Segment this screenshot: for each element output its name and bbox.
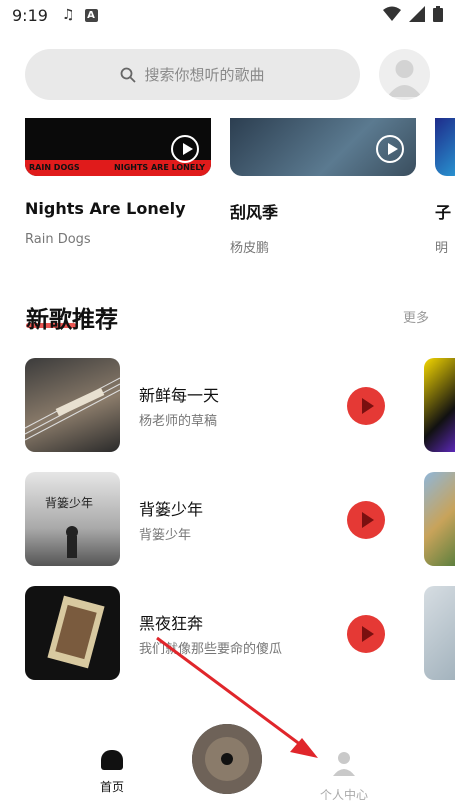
battery-icon [433, 6, 443, 22]
status-time: 9:19 [12, 5, 48, 25]
user-avatar-icon [387, 60, 422, 97]
album-artist: 杨皮鹏 [230, 241, 270, 256]
silhouette-cover-art: 背篓少年 [45, 495, 93, 558]
disc-art [192, 724, 262, 794]
cover-text-right: NIGHTS ARE LONELY [114, 163, 205, 172]
album-artist: 明 [435, 241, 449, 256]
nav-home[interactable]: 首页 [90, 750, 134, 795]
play-button[interactable] [347, 387, 385, 425]
song-item[interactable]: 新鲜每一天 杨老师的草稿 [25, 358, 415, 452]
side-song-cover[interactable] [424, 586, 455, 680]
now-playing-disc[interactable] [192, 724, 262, 794]
album-card[interactable]: 刮风季 杨皮鹏 [230, 118, 416, 256]
song-cover: 背篓少年 [25, 472, 120, 566]
song-singer: 背篓少年 [139, 528, 192, 543]
album-title: 刮风季 [230, 203, 279, 222]
svg-text:背篓少年: 背篓少年 [45, 495, 93, 510]
app-a-icon: A [84, 8, 98, 22]
song-cover [25, 586, 120, 680]
status-bar: 9:19 ♫ A [0, 0, 455, 30]
avatar[interactable] [379, 49, 430, 100]
side-song-cover[interactable] [424, 358, 455, 452]
album-cover [435, 118, 455, 176]
music-note-icon: ♫ [61, 7, 75, 23]
album-artist: Rain Dogs [25, 232, 91, 247]
photo-cover-art [47, 595, 105, 669]
album-card[interactable]: 子 明 [435, 118, 455, 256]
nav-profile-label: 个人中心 [319, 788, 368, 802]
album-title: 子 [435, 203, 452, 222]
signal-icon [409, 6, 425, 22]
song-title: 背篓少年 [139, 500, 204, 519]
guitar-cover-art [25, 377, 120, 441]
album-title: Nights Are Lonely [25, 199, 186, 218]
status-right-icons [383, 6, 443, 22]
more-link[interactable]: 更多 [403, 307, 429, 326]
play-button[interactable] [347, 615, 385, 653]
play-icon[interactable] [171, 135, 199, 163]
song-singer: 杨老师的草稿 [139, 414, 218, 429]
song-item[interactable]: 黑夜狂奔 我们就像那些要命的傻瓜 [25, 586, 415, 680]
search-icon [121, 67, 137, 83]
nav-profile[interactable]: 个人中心 [312, 750, 376, 803]
side-song-cover[interactable] [424, 472, 455, 566]
person-icon [333, 752, 355, 776]
album-cover [230, 118, 416, 176]
play-icon[interactable] [376, 135, 404, 163]
play-button[interactable] [347, 501, 385, 539]
song-item[interactable]: 背篓少年 背篓少年 背篓少年 [25, 472, 415, 566]
song-singer: 我们就像那些要命的傻瓜 [139, 642, 283, 657]
song-title: 新鲜每一天 [139, 386, 220, 405]
search-input[interactable]: 搜索你想听的歌曲 [25, 49, 360, 100]
song-title: 黑夜狂奔 [139, 614, 204, 633]
wifi-icon [383, 6, 401, 21]
home-icon [101, 750, 123, 770]
song-cover [25, 358, 120, 452]
album-card[interactable]: RAIN DOGS NIGHTS ARE LONELY Nights Are L… [25, 118, 211, 247]
nav-home-label: 首页 [99, 780, 124, 794]
section-title: 新歌推荐 [26, 307, 118, 333]
album-cover: RAIN DOGS NIGHTS ARE LONELY [25, 118, 211, 176]
cover-text-left: RAIN DOGS [29, 163, 80, 172]
search-placeholder: 搜索你想听的歌曲 [144, 66, 265, 84]
